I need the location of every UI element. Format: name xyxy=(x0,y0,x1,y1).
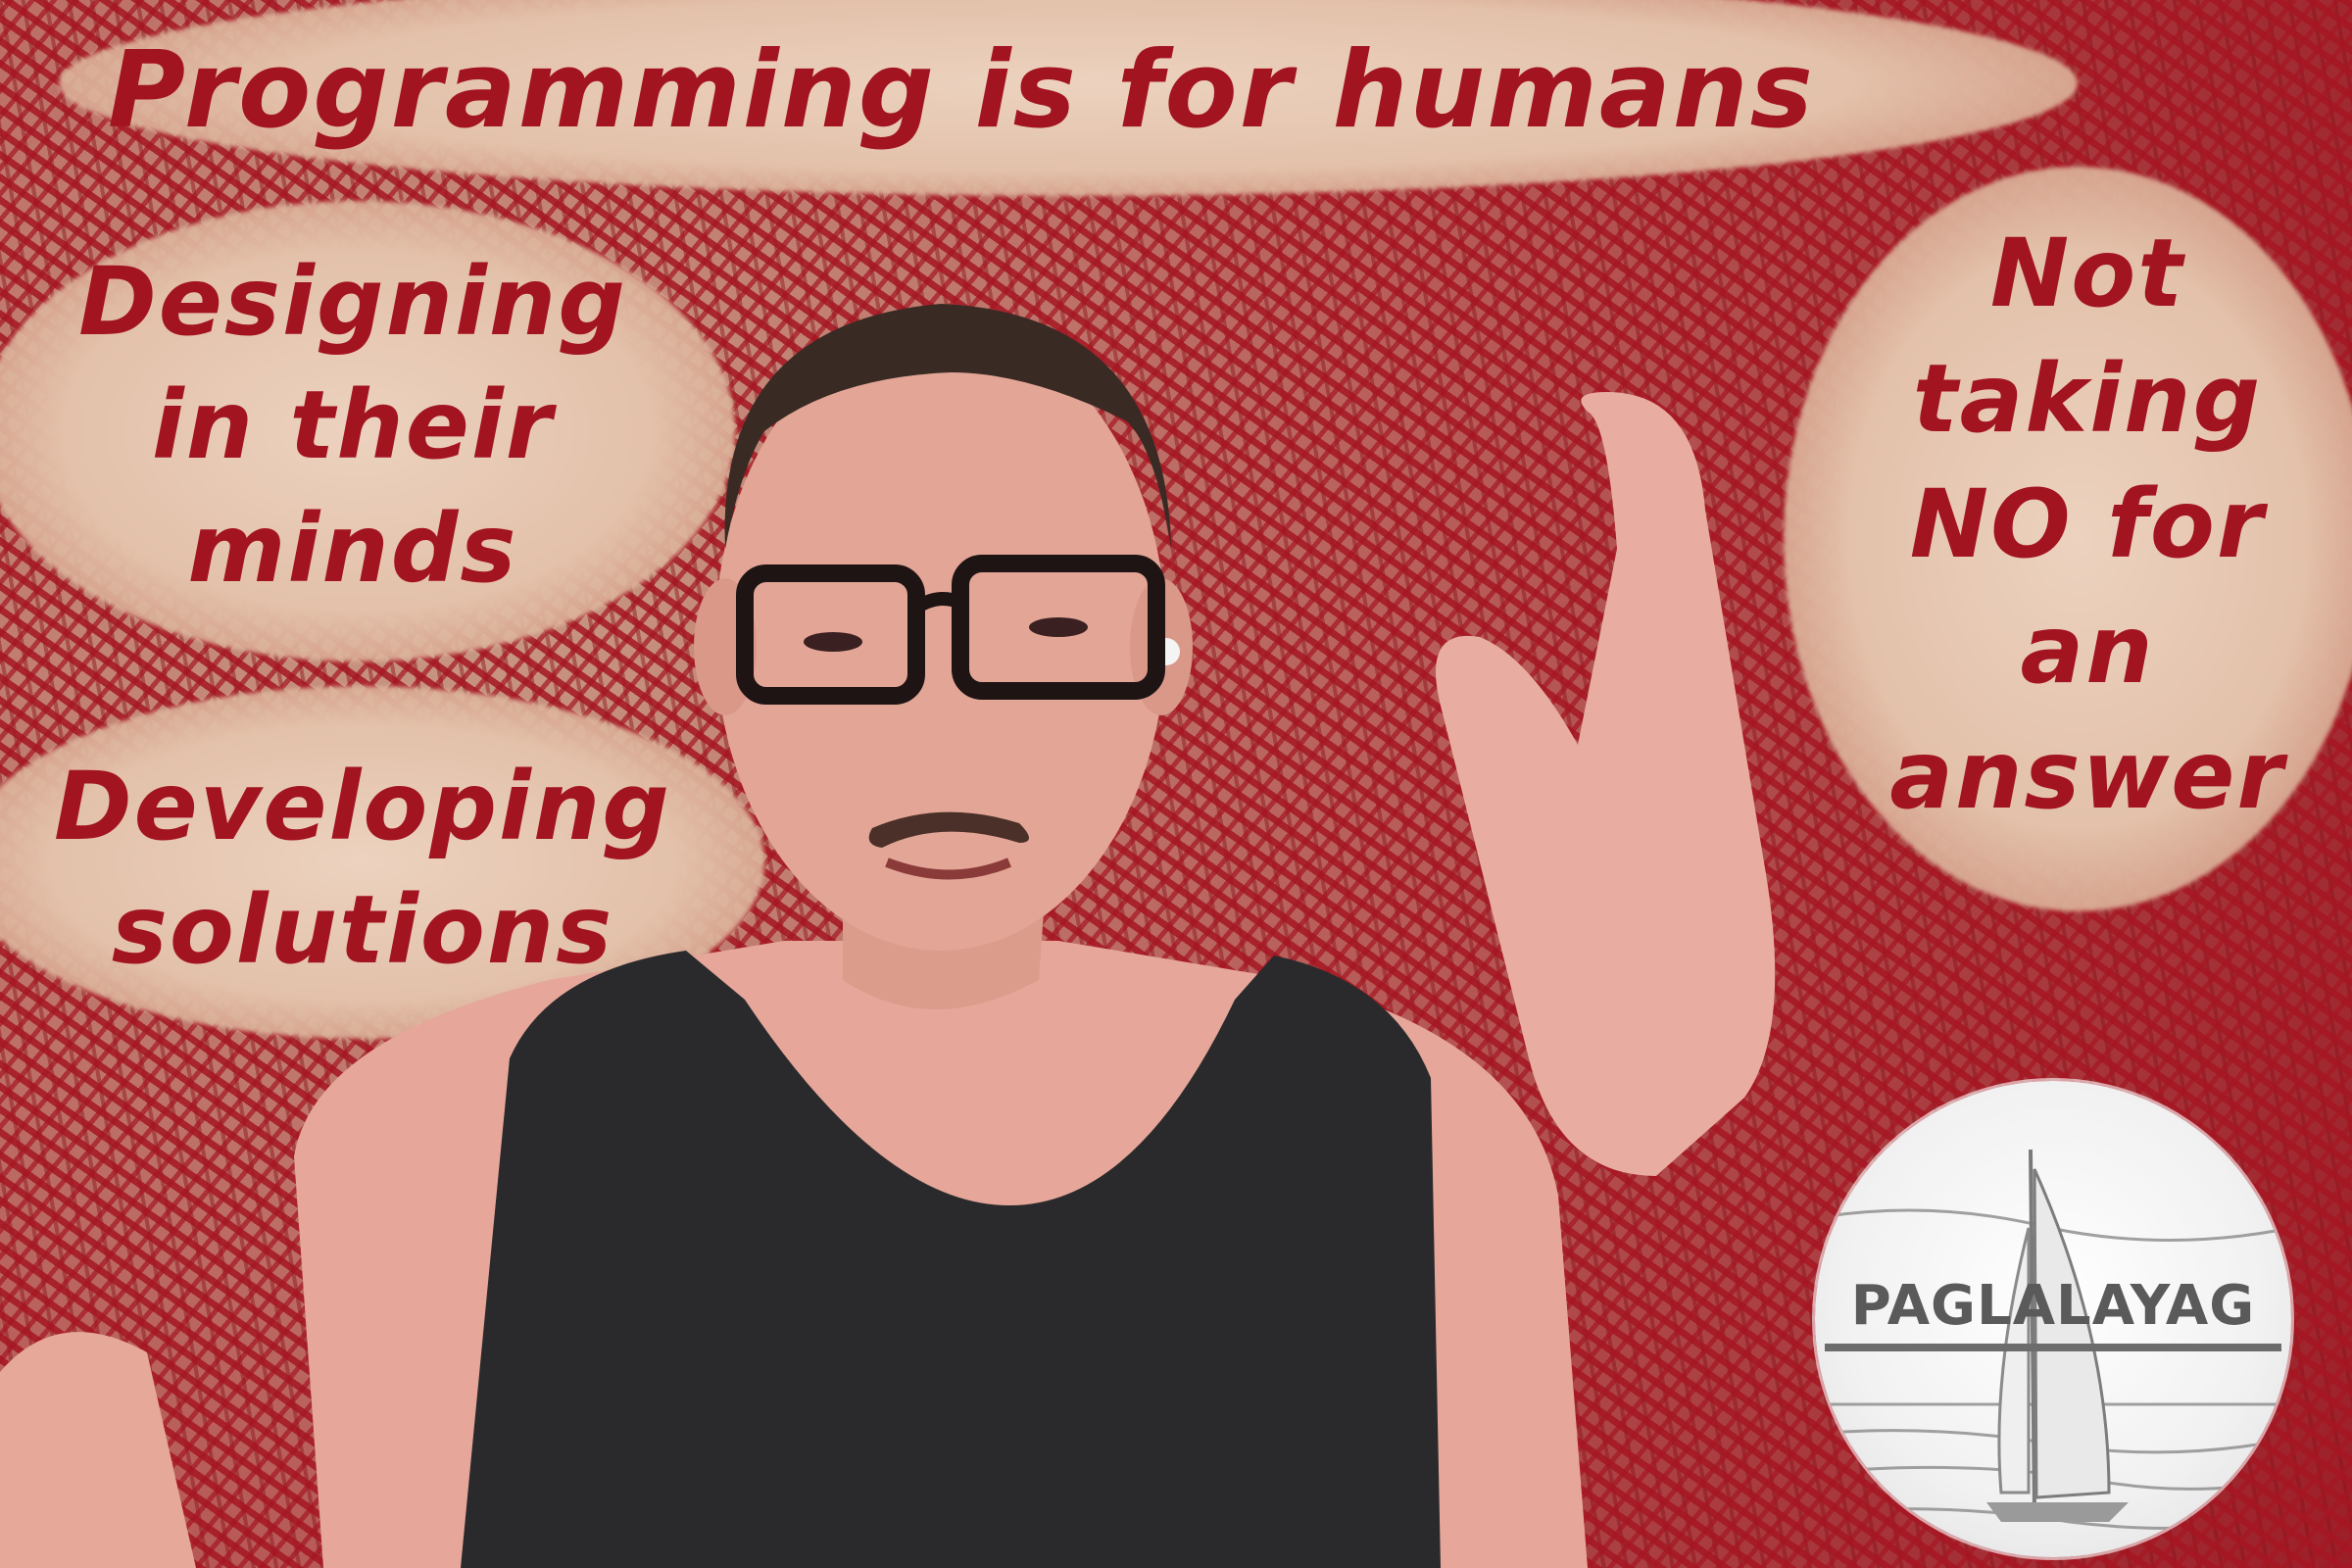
caption-line: an xyxy=(2020,595,2155,705)
caption-line: Designing xyxy=(78,247,627,357)
caption-line: minds xyxy=(187,494,518,604)
eye-right xyxy=(1029,617,1088,637)
caption-line: Not xyxy=(1989,219,2185,328)
eye-left xyxy=(804,632,862,652)
caption-line: taking xyxy=(1912,344,2263,454)
logo-text: PAGLALAYAG xyxy=(1850,1274,2256,1338)
caption-designing: Designing in their minds xyxy=(20,240,686,611)
lower-hand xyxy=(0,1332,196,1568)
caption-line: in their xyxy=(151,370,555,480)
caption-not-taking-no: Not taking NO for an answer xyxy=(1803,211,2352,838)
meme-image: Programming is for humans Designing in t… xyxy=(0,0,2352,1568)
caption-line: NO for xyxy=(1909,469,2266,579)
caption-developing: Developing solutions xyxy=(10,745,715,992)
paglalayag-logo: PAGLALAYAG xyxy=(1815,1081,2291,1557)
headline: Programming is for humans xyxy=(108,29,1815,152)
caption-line: answer xyxy=(1889,720,2285,830)
caption-line: Developing xyxy=(53,752,672,861)
raised-hand xyxy=(1436,392,1776,1176)
caption-line: solutions xyxy=(111,875,614,985)
